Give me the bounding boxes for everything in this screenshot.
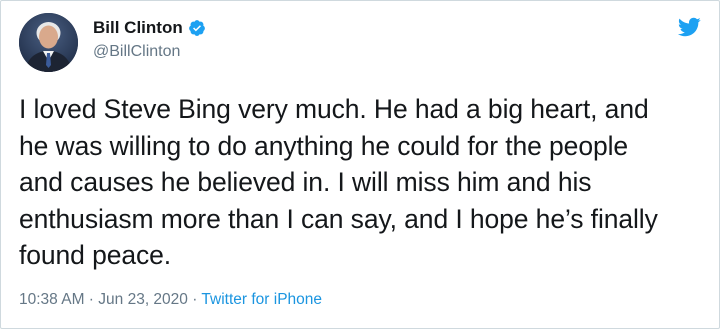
- tweet-source-link[interactable]: Twitter for iPhone: [201, 291, 322, 308]
- avatar[interactable]: [19, 13, 78, 72]
- verified-badge-icon: [188, 19, 206, 37]
- meta-separator: ·: [187, 291, 202, 308]
- display-name-row: Bill Clinton: [93, 17, 206, 39]
- tweet-text: I loved Steve Bing very much. He had a b…: [19, 94, 658, 270]
- meta-separator: ·: [84, 291, 99, 308]
- tweet-date[interactable]: Jun 23, 2020: [98, 291, 188, 308]
- tweet-header: Bill Clinton @BillClinton: [19, 13, 701, 73]
- avatar-portrait-icon: [19, 13, 78, 72]
- display-name[interactable]: Bill Clinton: [93, 17, 183, 39]
- author-names: Bill Clinton @BillClinton: [93, 17, 206, 63]
- author-handle[interactable]: @BillClinton: [93, 41, 206, 63]
- tweet-time[interactable]: 10:38 AM: [19, 291, 85, 308]
- twitter-bird-icon[interactable]: [677, 15, 701, 39]
- tweet-meta: 10:38 AM · Jun 23, 2020 · Twitter for iP…: [19, 289, 322, 311]
- tweet-card: Bill Clinton @BillClinton I loved Steve …: [0, 0, 720, 329]
